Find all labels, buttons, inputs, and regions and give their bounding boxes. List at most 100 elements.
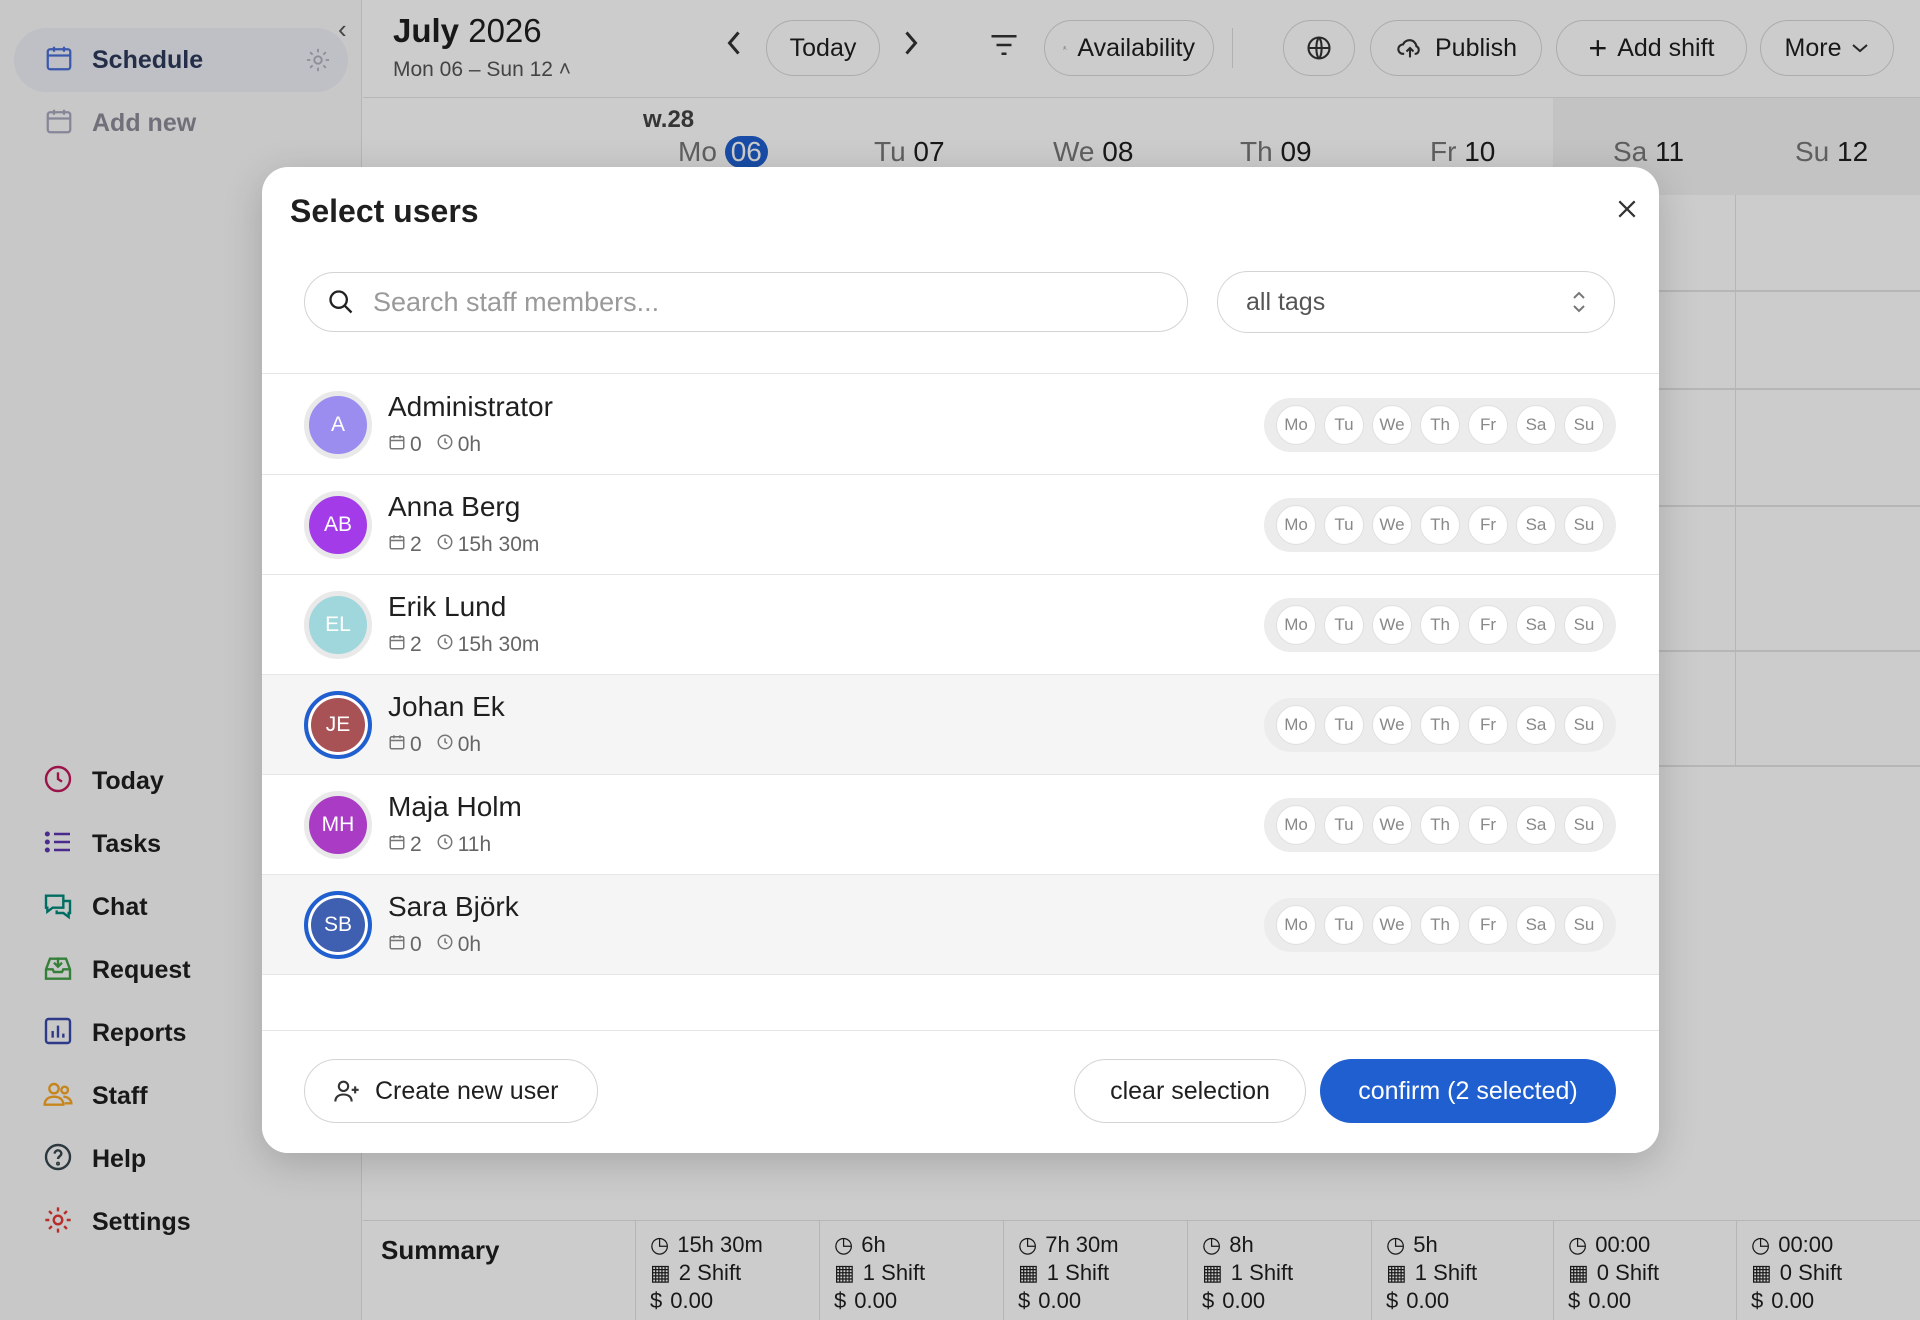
user-shift-count: 0 — [410, 933, 422, 956]
user-hours: 11h — [457, 833, 492, 856]
clear-selection-button[interactable]: clear selection — [1074, 1059, 1306, 1123]
weekday-toggle-fr[interactable]: Fr — [1468, 805, 1508, 845]
weekday-toggle-sa[interactable]: Sa — [1516, 905, 1556, 945]
weekday-selector: Mo Tu We Th Fr Sa Su — [1264, 598, 1616, 652]
weekday-toggle-fr[interactable]: Fr — [1468, 705, 1508, 745]
weekday-toggle-we[interactable]: We — [1372, 905, 1412, 945]
avatar: A — [304, 391, 372, 459]
avatar: JE — [304, 691, 372, 759]
user-hours: 0h — [457, 933, 482, 956]
app: Schedule ‹ Add new Today Tasks Chat Requ… — [0, 0, 1920, 1320]
weekday-toggle-fr[interactable]: Fr — [1468, 905, 1508, 945]
weekday-toggle-tu[interactable]: Tu — [1324, 405, 1364, 445]
user-shift-count: 2 — [410, 633, 422, 656]
calendar-icon — [388, 533, 406, 557]
create-new-user-button[interactable]: Create new user — [304, 1059, 598, 1123]
weekday-toggle-fr[interactable]: Fr — [1468, 505, 1508, 545]
weekday-toggle-mo[interactable]: Mo — [1276, 405, 1316, 445]
avatar-initials: SB — [323, 913, 352, 936]
weekday-toggle-sa[interactable]: Sa — [1516, 705, 1556, 745]
weekday-toggle-sa[interactable]: Sa — [1516, 505, 1556, 545]
user-hours: 0h — [457, 433, 482, 456]
user-list: A Administrator 0 0h Mo Tu We Th Fr Sa S… — [262, 375, 1659, 975]
user-plus-icon — [334, 1080, 359, 1102]
list-item[interactable]: EL Erik Lund 2 15h 30m Mo Tu We Th Fr Sa… — [262, 575, 1659, 675]
tags-select[interactable]: all tags — [1217, 271, 1615, 333]
calendar-icon — [388, 833, 406, 857]
weekday-toggle-tu[interactable]: Tu — [1324, 605, 1364, 645]
clear-selection-label: clear selection — [1110, 1076, 1270, 1105]
search-box — [304, 272, 1188, 332]
weekday-toggle-mo[interactable]: Mo — [1276, 605, 1316, 645]
weekday-toggle-su[interactable]: Su — [1564, 405, 1604, 445]
weekday-toggle-sa[interactable]: Sa — [1516, 405, 1556, 445]
list-item-selected[interactable]: JE Johan Ek 0 0h Mo Tu We Th Fr Sa Su — [262, 675, 1659, 775]
weekday-toggle-su[interactable]: Su — [1564, 805, 1604, 845]
weekday-toggle-th[interactable]: Th — [1420, 805, 1460, 845]
weekday-selector: Mo Tu We Th Fr Sa Su — [1264, 898, 1616, 952]
user-hours: 15h 30m — [457, 633, 540, 656]
user-hours: 0h — [457, 733, 482, 756]
avatar-initials: EL — [325, 613, 351, 636]
user-stats: 2 11h — [388, 833, 491, 857]
weekday-toggle-we[interactable]: We — [1372, 705, 1412, 745]
weekday-toggle-fr[interactable]: Fr — [1468, 405, 1508, 445]
weekday-toggle-tu[interactable]: Tu — [1324, 805, 1364, 845]
clock-icon — [436, 433, 454, 457]
weekday-toggle-th[interactable]: Th — [1420, 505, 1460, 545]
user-shift-count: 2 — [410, 533, 422, 556]
weekday-toggle-fr[interactable]: Fr — [1468, 605, 1508, 645]
weekday-toggle-tu[interactable]: Tu — [1324, 505, 1364, 545]
weekday-toggle-th[interactable]: Th — [1420, 905, 1460, 945]
weekday-toggle-we[interactable]: We — [1372, 405, 1412, 445]
weekday-toggle-su[interactable]: Su — [1564, 605, 1604, 645]
weekday-toggle-we[interactable]: We — [1372, 505, 1412, 545]
user-name: Anna Berg — [388, 491, 521, 522]
clock-icon — [436, 633, 454, 657]
weekday-toggle-su[interactable]: Su — [1564, 505, 1604, 545]
avatar: EL — [304, 591, 372, 659]
weekday-selector: Mo Tu We Th Fr Sa Su — [1264, 398, 1616, 452]
close-button[interactable] — [1607, 189, 1647, 229]
confirm-button[interactable]: confirm (2 selected) — [1320, 1059, 1616, 1123]
weekday-selector: Mo Tu We Th Fr Sa Su — [1264, 498, 1616, 552]
clock-icon — [436, 733, 454, 757]
weekday-toggle-mo[interactable]: Mo — [1276, 805, 1316, 845]
confirm-label: confirm (2 selected) — [1358, 1076, 1578, 1105]
user-stats: 0 0h — [388, 733, 481, 757]
weekday-toggle-sa[interactable]: Sa — [1516, 605, 1556, 645]
user-name: Sara Björk — [388, 891, 519, 922]
weekday-toggle-mo[interactable]: Mo — [1276, 905, 1316, 945]
weekday-selector: Mo Tu We Th Fr Sa Su — [1264, 698, 1616, 752]
user-name: Johan Ek — [388, 691, 505, 722]
weekday-toggle-th[interactable]: Th — [1420, 705, 1460, 745]
weekday-toggle-sa[interactable]: Sa — [1516, 805, 1556, 845]
list-item[interactable]: AB Anna Berg 2 15h 30m Mo Tu We Th Fr Sa… — [262, 475, 1659, 575]
weekday-toggle-we[interactable]: We — [1372, 605, 1412, 645]
calendar-icon — [388, 433, 406, 457]
weekday-toggle-mo[interactable]: Mo — [1276, 705, 1316, 745]
user-stats: 2 15h 30m — [388, 633, 539, 657]
clock-icon — [436, 933, 454, 957]
avatar: AB — [304, 491, 372, 559]
avatar-initials: JE — [325, 713, 351, 736]
avatar-initials: MH — [321, 813, 355, 836]
weekday-toggle-we[interactable]: We — [1372, 805, 1412, 845]
user-shift-count: 2 — [410, 833, 422, 856]
avatar: SB — [304, 891, 372, 959]
tags-select-value: all tags — [1246, 287, 1326, 316]
weekday-toggle-tu[interactable]: Tu — [1324, 905, 1364, 945]
weekday-toggle-su[interactable]: Su — [1564, 705, 1604, 745]
list-item[interactable]: MH Maja Holm 2 11h Mo Tu We Th Fr Sa Su — [262, 775, 1659, 875]
search-input[interactable] — [373, 286, 1153, 318]
weekday-toggle-th[interactable]: Th — [1420, 405, 1460, 445]
create-new-user-label: Create new user — [375, 1076, 559, 1105]
calendar-icon — [388, 733, 406, 757]
weekday-toggle-su[interactable]: Su — [1564, 905, 1604, 945]
list-item[interactable]: A Administrator 0 0h Mo Tu We Th Fr Sa S… — [262, 375, 1659, 475]
weekday-toggle-th[interactable]: Th — [1420, 605, 1460, 645]
weekday-toggle-tu[interactable]: Tu — [1324, 705, 1364, 745]
list-item-selected[interactable]: SB Sara Björk 0 0h Mo Tu We Th Fr Sa Su — [262, 875, 1659, 975]
user-name: Administrator — [388, 391, 553, 422]
weekday-toggle-mo[interactable]: Mo — [1276, 505, 1316, 545]
